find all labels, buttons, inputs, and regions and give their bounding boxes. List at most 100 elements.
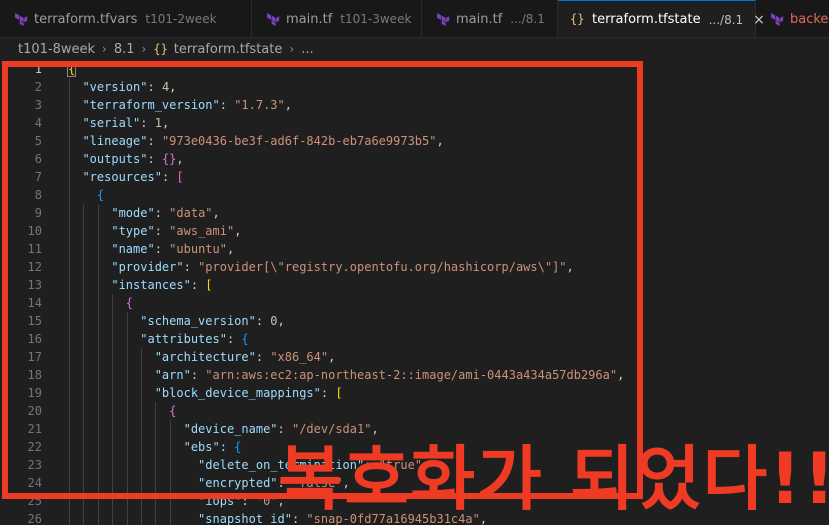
code-line[interactable]: 13 "instances": [ <box>0 276 829 294</box>
line-number: 23 <box>27 458 42 472</box>
code-line[interactable]: 12 "provider": "provider[\"registry.open… <box>0 258 829 276</box>
code-text: { <box>125 296 134 310</box>
tab-label: terraform.tfstate <box>592 12 701 27</box>
code-line[interactable]: 3 "terraform_version": "1.7.3", <box>0 96 829 114</box>
line-number: 3 <box>34 98 42 112</box>
code-text: "version": 4, <box>82 80 177 94</box>
tab-terraform-tfstate[interactable]: {} terraform.tfstate .../8.1 × <box>558 0 765 37</box>
tab-label: main.tf <box>286 11 333 27</box>
tab-description: t101-3week <box>340 12 412 26</box>
code-line[interactable]: 19 "block_device_mappings": [ <box>0 384 829 402</box>
code-text: "terraform_version": "1.7.3", <box>82 98 292 112</box>
line-number: 12 <box>27 260 42 274</box>
code-text: "block_device_mappings": [ <box>154 386 343 400</box>
code-text: "resources": [ <box>82 170 184 184</box>
code-text: "instances": [ <box>111 278 213 292</box>
tab-description: t101-2week <box>145 12 217 26</box>
line-number: 14 <box>27 296 42 310</box>
code-line[interactable]: 11 "name": "ubuntu", <box>0 240 829 258</box>
code-line[interactable]: 14 { <box>0 294 829 312</box>
code-line[interactable]: 15 "schema_version": 0, <box>0 312 829 330</box>
json-braces-icon: {} <box>153 42 168 56</box>
line-number: 5 <box>34 134 42 148</box>
line-number: 11 <box>27 242 42 256</box>
line-number: 9 <box>34 206 42 220</box>
line-number: 26 <box>27 512 42 525</box>
tab-backend[interactable]: backer <box>756 0 829 37</box>
breadcrumb-folder[interactable]: 8.1 <box>114 42 135 57</box>
terraform-icon <box>267 13 280 26</box>
code-line[interactable]: 9 "mode": "data", <box>0 204 829 222</box>
line-number: 25 <box>27 494 42 508</box>
code-line[interactable]: 10 "type": "aws_ami", <box>0 222 829 240</box>
code-text: "serial": 1, <box>82 116 170 130</box>
tab-main-tf-8-1[interactable]: main.tf .../8.1 <box>422 0 558 37</box>
tab-label: main.tf <box>456 11 503 27</box>
chevron-right-icon: › <box>141 42 147 56</box>
code-line[interactable]: 2 "version": 4, <box>0 78 829 96</box>
code-line[interactable]: 16 "attributes": { <box>0 330 829 348</box>
code-text: "architecture": "x86_64", <box>154 350 336 364</box>
code-text: "lineage": "973e0436-be3f-ad6f-842b-eb7a… <box>82 134 444 148</box>
code-text: "mode": "data", <box>111 206 220 220</box>
code-line[interactable]: 7 "resources": [ <box>0 168 829 186</box>
code-text: "outputs": {}, <box>82 152 184 166</box>
code-line[interactable]: 17 "architecture": "x86_64", <box>0 348 829 366</box>
code-line[interactable]: 4 "serial": 1, <box>0 114 829 132</box>
code-text: "device_name": "/dev/sda1", <box>183 422 379 436</box>
line-number: 17 <box>27 350 42 364</box>
code-text: { <box>169 404 177 418</box>
line-number: 16 <box>27 332 42 346</box>
code-text: { <box>96 188 105 202</box>
line-number: 7 <box>34 170 42 184</box>
json-braces-icon: {} <box>570 12 585 26</box>
tab-label: backer <box>790 11 829 27</box>
tab-main-tf-3week[interactable]: main.tf t101-3week <box>252 0 422 37</box>
code-line[interactable]: 20 { <box>0 402 829 420</box>
line-number: 21 <box>27 422 42 436</box>
line-number: 19 <box>27 386 42 400</box>
line-number: 2 <box>34 80 42 94</box>
code-text: "arn": "arn:aws:ec2:ap-northeast-2::imag… <box>154 368 625 382</box>
code-line[interactable]: 21 "device_name": "/dev/sda1", <box>0 420 829 438</box>
code-line[interactable]: 1{ <box>0 60 829 78</box>
terraform-icon <box>771 13 784 26</box>
breadcrumb-symbol[interactable]: ... <box>301 42 313 57</box>
chevron-right-icon: › <box>289 42 295 56</box>
terraform-icon <box>15 13 28 26</box>
line-number: 6 <box>34 152 42 166</box>
line-number: 15 <box>27 314 42 328</box>
tab-label: terraform.tfvars <box>34 11 138 27</box>
code-text: "type": "aws_ami", <box>111 224 242 238</box>
code-line[interactable]: 5 "lineage": "973e0436-be3f-ad6f-842b-eb… <box>0 132 829 150</box>
line-number: 10 <box>27 224 42 238</box>
tab-description: .../8.1 <box>510 12 545 26</box>
line-number: 24 <box>27 476 42 490</box>
line-number: 1 <box>34 62 42 76</box>
code-text: "ebs": { <box>183 440 242 454</box>
line-number: 18 <box>27 368 42 382</box>
line-number: 20 <box>27 404 42 418</box>
code-line[interactable]: 6 "outputs": {}, <box>0 150 829 168</box>
editor-tab-bar: terraform.tfvars t101-2week main.tf t101… <box>0 0 829 38</box>
code-line[interactable]: 8 { <box>0 186 829 204</box>
annotation-text: 복호화가 되었다!! <box>278 438 829 520</box>
tab-terraform-tfvars[interactable]: terraform.tfvars t101-2week <box>0 0 252 37</box>
line-number: 13 <box>27 278 42 292</box>
code-text: "iops": "0", <box>198 494 285 508</box>
line-number: 22 <box>27 440 42 454</box>
breadcrumb-folder[interactable]: t101-8week <box>18 42 95 57</box>
tab-description: .../8.1 <box>708 12 744 27</box>
breadcrumb-file[interactable]: terraform.tfstate <box>174 42 283 57</box>
line-number: 4 <box>34 116 42 130</box>
code-text: "attributes": { <box>140 332 249 346</box>
code-text: { <box>66 61 77 77</box>
breadcrumb: t101-8week › 8.1 › {} terraform.tfstate … <box>0 38 829 60</box>
chevron-right-icon: › <box>102 42 107 56</box>
code-line[interactable]: 18 "arn": "arn:aws:ec2:ap-northeast-2::i… <box>0 366 829 384</box>
line-number: 8 <box>34 188 42 202</box>
code-text: "name": "ubuntu", <box>111 242 235 256</box>
terraform-icon <box>437 13 450 26</box>
code-text: "schema_version": 0, <box>140 314 285 328</box>
code-text: "provider": "provider[\"registry.opentof… <box>111 260 574 274</box>
